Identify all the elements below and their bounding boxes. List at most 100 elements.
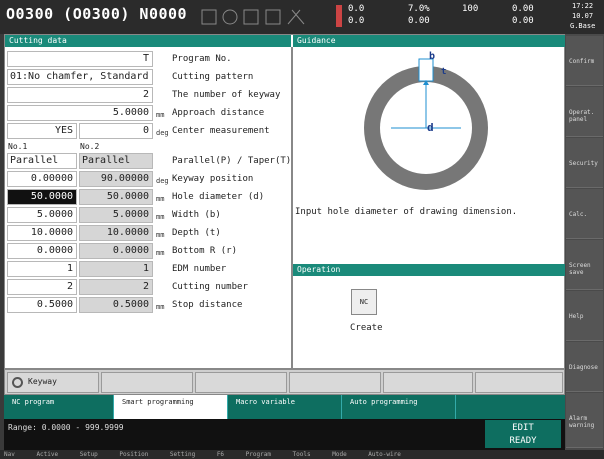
no1-value[interactable]: 0.00000 xyxy=(7,171,77,187)
no2-value[interactable]: 2 xyxy=(79,279,153,295)
nc-create-icon[interactable]: NC xyxy=(351,289,377,315)
no1-value[interactable]: 10.0000 xyxy=(7,225,77,241)
center-unit: deg xyxy=(156,129,169,137)
no1-value[interactable]: Parallel xyxy=(7,153,77,169)
mode-box: EDIT READY xyxy=(485,420,561,448)
cutting-pattern-field[interactable]: 01:No chamfer, Standard xyxy=(7,69,153,85)
tab-auto-programming[interactable]: Auto programming xyxy=(342,395,456,419)
op-button-5[interactable] xyxy=(383,372,473,393)
keyway-param-label: EDM number xyxy=(172,264,227,274)
ready-state: READY xyxy=(509,436,537,446)
keyway-param-label: Cutting number xyxy=(172,282,248,292)
no2-value[interactable]: Parallel xyxy=(79,153,153,169)
op-button-3[interactable] xyxy=(195,372,287,393)
center-measure-field[interactable]: YES xyxy=(7,123,77,139)
axis-readout-1: 0.00 xyxy=(512,4,534,14)
approach-distance-field[interactable]: 5.0000 xyxy=(7,105,153,121)
axis-readout-2: 0.00 xyxy=(512,16,534,26)
softkey-confirm[interactable]: Confirm xyxy=(566,36,603,86)
feed-rate: 0.00 xyxy=(408,16,430,26)
clock-date: 10.07 xyxy=(572,12,594,20)
keyway-button-label: Keyway xyxy=(28,377,57,386)
softkey-operat-panel[interactable]: Operat. panel xyxy=(566,87,603,137)
thermometer-icon xyxy=(336,5,342,27)
toolbar-icons xyxy=(201,9,305,25)
center-angle-field[interactable]: 0 xyxy=(79,123,153,139)
softkey-security[interactable]: Security xyxy=(566,138,603,188)
softkey-column: Confirm Operat. panel Security Calc. Scr… xyxy=(565,34,604,450)
no2-header: No.2 xyxy=(80,142,100,151)
program-number: O0300 (O0300) N0000 xyxy=(6,5,188,23)
width-b-label: b xyxy=(429,51,436,62)
op-button-2[interactable] xyxy=(101,372,193,393)
spindle-override: 100 xyxy=(462,4,479,14)
op-button-4[interactable] xyxy=(289,372,381,393)
operation-title: Operation xyxy=(293,264,565,276)
no2-value[interactable]: 1 xyxy=(79,261,153,277)
edit-mode: EDIT xyxy=(512,423,534,433)
no2-value[interactable]: 0.0000 xyxy=(79,243,153,259)
create-label[interactable]: Create xyxy=(350,323,383,333)
unit-label: mm xyxy=(156,195,165,203)
no1-value[interactable]: 1 xyxy=(7,261,77,277)
unit-label: mm xyxy=(156,303,165,311)
input-range: Range: 0.0000 - 999.9999 xyxy=(8,423,124,432)
feed-override: 7.0% xyxy=(408,4,430,14)
keyway-param-label: Hole diameter (d) xyxy=(172,192,265,202)
unit-label: mm xyxy=(156,249,165,257)
no1-value[interactable]: 0.5000 xyxy=(7,297,77,313)
keyway-diagram xyxy=(364,58,488,190)
softkey-help[interactable]: Help xyxy=(566,291,603,341)
no1-value[interactable]: 5.0000 xyxy=(7,207,77,223)
softkey-screen-save[interactable]: Screen save xyxy=(566,240,603,290)
spindle-z-readout: 0.0 xyxy=(348,16,365,26)
softkey-alarm-warning[interactable]: Alarm warning xyxy=(566,393,603,448)
keyway-count-label: The number of keyway xyxy=(172,90,281,100)
tab-nc-program[interactable]: NC program xyxy=(4,395,114,419)
top-status-bar: O0300 (O0300) N0000 0.0 0.0 7.0% 100 0.0… xyxy=(0,0,604,34)
softkey-calc[interactable]: Calc. xyxy=(566,189,603,239)
keyway-param-label: Stop distance xyxy=(172,300,243,310)
no1-value[interactable]: 0.0000 xyxy=(7,243,77,259)
unit-label: mm xyxy=(156,213,165,221)
program-no-label: Program No. xyxy=(172,54,232,64)
message-bar: Range: 0.0000 - 999.9999 EDIT READY xyxy=(4,419,565,450)
unit-label: mm xyxy=(156,231,165,239)
keyway-param-label: Parallel(P) / Taper(T) xyxy=(172,156,292,166)
screen-tabs: NC program Smart programming Macro varia… xyxy=(4,395,565,419)
keyway-param-label: Width (b) xyxy=(172,210,221,220)
no2-value[interactable]: 5.0000 xyxy=(79,207,153,223)
no2-value[interactable]: 0.5000 xyxy=(79,297,153,313)
cutting-pattern-label: Cutting pattern xyxy=(172,72,254,82)
no2-value[interactable]: 50.0000 xyxy=(79,189,153,205)
program-no-field[interactable]: T xyxy=(7,51,153,67)
keyway-button[interactable]: Keyway xyxy=(7,372,99,393)
keyway-param-label: Bottom R (r) xyxy=(172,246,238,256)
cutting-data-title: Cutting data xyxy=(5,35,291,47)
spindle-x-readout: 0.0 xyxy=(348,4,365,14)
clock-time: 17:22 xyxy=(572,2,594,10)
op-button-6[interactable] xyxy=(475,372,563,393)
no2-value[interactable]: 10.0000 xyxy=(79,225,153,241)
no1-value[interactable]: 50.0000 xyxy=(7,189,77,205)
keyway-icon xyxy=(12,377,23,388)
diameter-d-label: d xyxy=(427,121,434,134)
guidance-title: Guidance xyxy=(293,35,565,47)
panel-divider xyxy=(291,47,293,368)
approach-unit: mm xyxy=(156,111,165,119)
tab-macro-variable[interactable]: Macro variable xyxy=(228,395,342,419)
no1-value[interactable]: 2 xyxy=(7,279,77,295)
approach-distance-label: Approach distance xyxy=(172,108,265,118)
tab-smart-programming[interactable]: Smart programming xyxy=(114,395,228,419)
keyway-count-field[interactable]: 2 xyxy=(7,87,153,103)
keyway-param-label: Keyway position xyxy=(172,174,254,184)
softkey-diagnose[interactable]: Diagnose xyxy=(566,342,603,392)
unit-label: deg xyxy=(156,177,169,185)
no2-value[interactable]: 90.00000 xyxy=(79,171,153,187)
keyway-param-label: Depth (t) xyxy=(172,228,221,238)
depth-t-label: t xyxy=(441,67,447,77)
main-panel: Cutting data T Program No. 01:No chamfer… xyxy=(4,34,565,369)
guidance-text: Input hole diameter of drawing dimension… xyxy=(295,207,518,217)
center-measure-label: Center measurement xyxy=(172,126,270,136)
operation-strip: Keyway xyxy=(4,369,565,395)
